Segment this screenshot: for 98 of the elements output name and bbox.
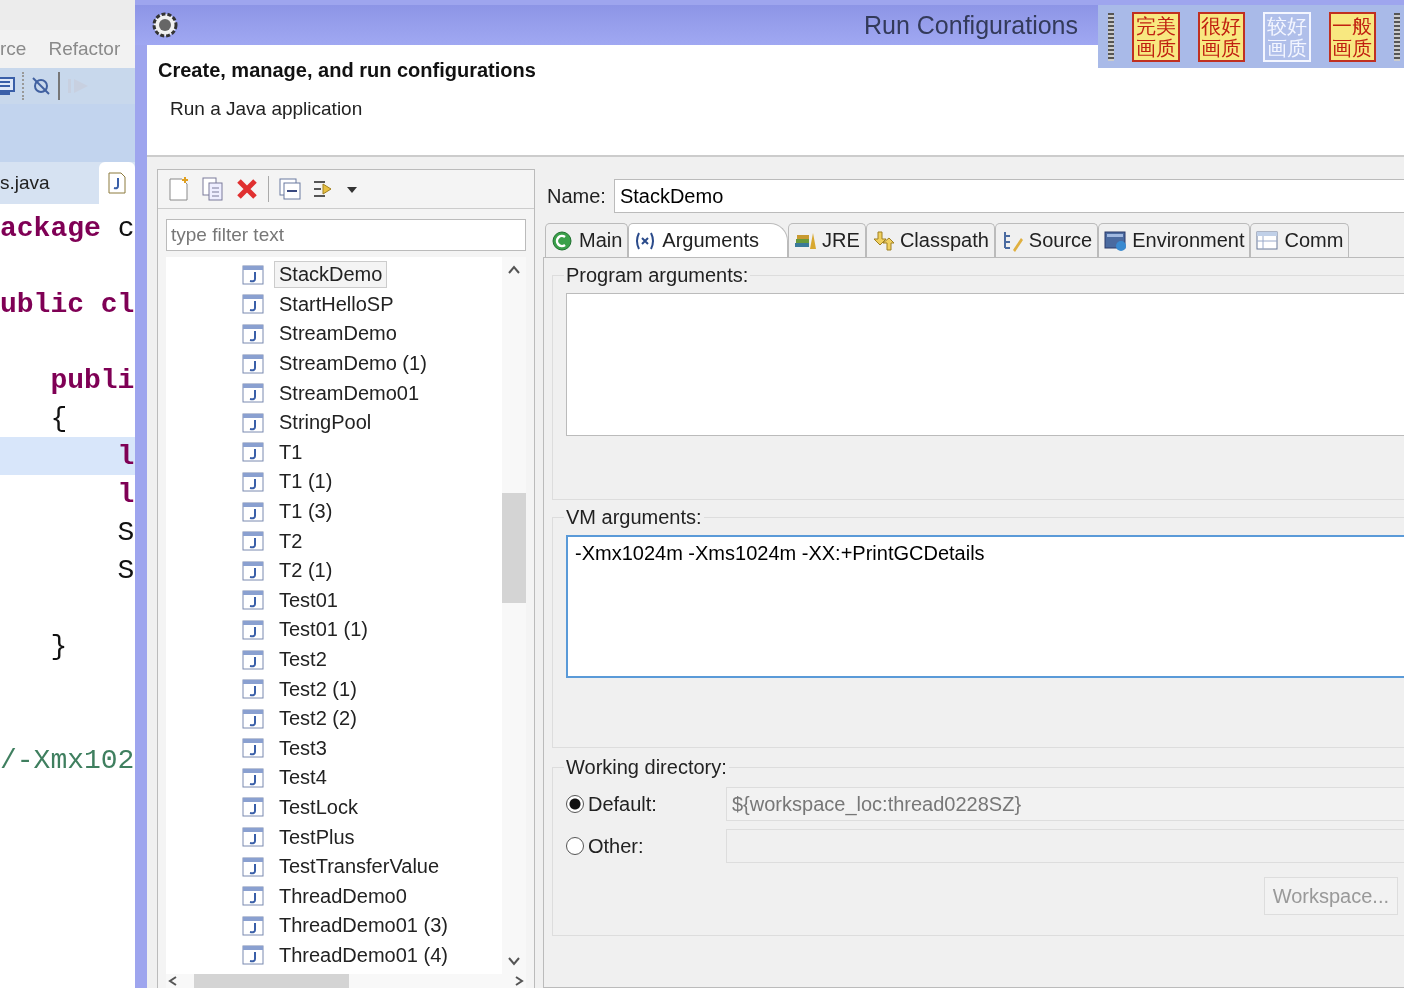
field-label: Name:: [547, 184, 606, 208]
directory-field[interactable]: ${workspace_loc:thread0228SZ}: [726, 787, 1404, 821]
java-application-icon: [242, 679, 264, 700]
configuration-item[interactable]: T1 (1): [274, 468, 338, 496]
vertical-scrollbar[interactable]: [502, 257, 526, 974]
configuration-item[interactable]: T1 (3): [274, 498, 338, 526]
configuration-item[interactable]: StackDemo: [274, 261, 388, 289]
java-application-icon: [242, 471, 264, 492]
radio-button[interactable]: Default:: [566, 792, 726, 816]
scroll-thumb[interactable]: [194, 974, 349, 988]
java-application-icon: [242, 501, 264, 522]
java-application-icon: [242, 442, 264, 463]
java-application-icon: [242, 560, 264, 581]
configuration-item[interactable]: StreamDemo01: [274, 379, 425, 407]
java-application-icon: [242, 412, 264, 433]
java-application-icon: [242, 264, 264, 285]
editor-tab[interactable]: s.java: [0, 172, 50, 194]
java-application-icon: [242, 619, 264, 640]
scroll-thumb[interactable]: [502, 493, 526, 603]
java-application-icon: [242, 915, 264, 936]
java-application-icon: [242, 383, 264, 404]
code-line: ackage c: [0, 211, 135, 246]
tab[interactable]: JRE: [788, 223, 866, 257]
java-application-icon: [242, 797, 264, 818]
configuration-item[interactable]: ThreadDemo0: [274, 882, 412, 910]
code-line: S: [116, 515, 135, 550]
java-application-icon: [242, 590, 264, 611]
java-application-icon: [242, 649, 264, 670]
group-label: Program arguments:: [565, 264, 750, 287]
arrows-icon: [871, 229, 894, 252]
java-application-icon: [242, 324, 264, 344]
grip-handle[interactable]: [1394, 12, 1400, 61]
tab[interactable]: Arguments: [628, 223, 789, 257]
group-label: Working directory:: [565, 756, 728, 779]
configuration-item[interactable]: TestTransferValue: [274, 853, 445, 881]
configuration-item[interactable]: TestPlus: [274, 823, 360, 851]
dialog-heading: Create, manage, and run configurations: [158, 59, 537, 82]
group-label: VM arguments:: [565, 506, 703, 529]
configuration-item[interactable]: StreamDemo: [274, 320, 402, 348]
window-icon: [1104, 229, 1127, 252]
configuration-item[interactable]: Test2 (2): [274, 705, 362, 733]
configuration-item[interactable]: T2 (1): [274, 557, 338, 585]
java-application-icon: [242, 294, 264, 315]
java-file-icon: [107, 172, 127, 194]
java-application-icon: [242, 767, 264, 788]
java-application-icon: [242, 353, 264, 374]
skip-breakpoints-icon: [30, 75, 52, 97]
configuration-item[interactable]: Test01 (1): [274, 616, 373, 644]
tab[interactable]: Classpath: [865, 223, 995, 257]
java-application-icon: [242, 827, 264, 848]
configuration-item[interactable]: TestLock: [274, 794, 363, 821]
duplicate-icon[interactable]: [200, 175, 226, 203]
radio-button[interactable]: Other:: [566, 834, 726, 858]
configuration-item[interactable]: Test01: [274, 586, 343, 614]
quality-button[interactable]: 很好画质: [1197, 11, 1245, 62]
filter-field[interactable]: type filter text: [166, 219, 526, 251]
configuration-item[interactable]: ThreadDemo01 (3): [274, 912, 453, 940]
horizontal-scrollbar[interactable]: [166, 974, 526, 988]
table-icon: [1256, 229, 1279, 252]
configuration-item[interactable]: StartHelloSP: [274, 290, 399, 318]
configuration-item[interactable]: T2: [274, 527, 308, 555]
run-icon: [551, 229, 573, 252]
configuration-item[interactable]: Test2: [274, 646, 332, 673]
configuration-item[interactable]: ThreadDemo01 (4): [274, 941, 453, 969]
dialog-description: Run a Java application: [170, 98, 364, 120]
code-line: ublic cl: [0, 287, 135, 322]
tab[interactable]: Source: [994, 223, 1099, 257]
tab[interactable]: Comm: [1250, 223, 1350, 257]
quality-button[interactable]: 一般画质: [1328, 11, 1376, 62]
grip-handle[interactable]: [1108, 12, 1114, 61]
code-line: l: [116, 477, 135, 512]
code-line: /-Xmx102: [0, 743, 135, 778]
collapse-all-icon[interactable]: [277, 175, 303, 203]
java-application-icon: [242, 886, 264, 907]
tab[interactable]: Environment: [1098, 223, 1251, 257]
configuration-item[interactable]: Test4: [274, 764, 332, 792]
tab[interactable]: Main: [545, 223, 629, 257]
java-application-icon: [242, 738, 264, 759]
window-title: Run Configurations: [864, 10, 1078, 40]
gear-icon: [151, 11, 179, 39]
configuration-item[interactable]: StringPool: [274, 409, 377, 437]
configuration-item[interactable]: StreamDemo (1): [274, 350, 432, 378]
configuration-item[interactable]: Test2 (1): [274, 675, 362, 703]
java-application-icon: [242, 856, 264, 877]
java-application-icon: [242, 945, 264, 966]
code-line: publi: [49, 363, 135, 398]
quality-button[interactable]: 完美画质: [1132, 11, 1180, 62]
code-line: {: [49, 401, 69, 436]
java-application-icon: [242, 708, 264, 729]
program-arguments-field[interactable]: [566, 293, 1404, 436]
configuration-item[interactable]: T1: [274, 438, 308, 466]
name-field[interactable]: StackDemo: [613, 179, 1404, 213]
monitor-icon: [0, 76, 16, 96]
configuration-item[interactable]: Test3: [274, 734, 332, 762]
code-line: S: [116, 553, 135, 588]
vm-arguments-field[interactable]: -Xmx1024m -Xms1024m -XX:+PrintGCDetails: [566, 535, 1404, 678]
java-application-icon: [242, 531, 264, 552]
code-line: }: [49, 629, 69, 664]
